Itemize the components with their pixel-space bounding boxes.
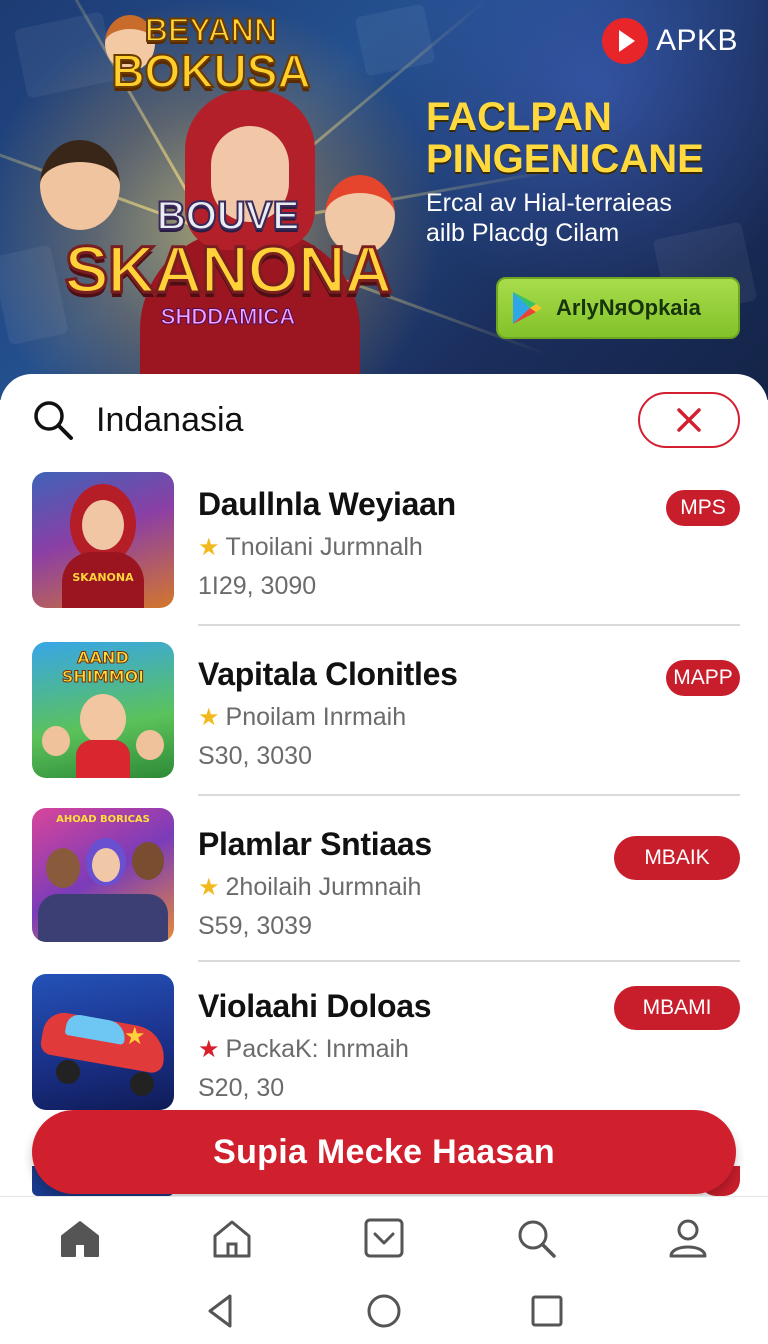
app-publisher-text: 2hoilaih Jurmnaih — [225, 873, 422, 901]
home-outline-icon — [210, 1216, 254, 1260]
recents-icon — [528, 1292, 566, 1330]
list-item[interactable]: AAND SHIMMOI Vapitala Clonitles ★ Pnoila… — [32, 626, 740, 796]
app-publisher: ★ PackaK: Inrmaih — [198, 1035, 618, 1064]
clear-search-button[interactable] — [638, 392, 740, 448]
app-tag-badge[interactable]: MPS — [666, 490, 740, 526]
system-home-button[interactable] — [356, 1283, 412, 1339]
app-name: Vapitala Clonitles — [198, 656, 458, 692]
app-thumbnail-label: AHOAD BORICAS — [56, 814, 150, 825]
banner-cta-button[interactable]: ArlyNяOpkaia — [496, 277, 740, 339]
game-logo-top: BEYANN BOKUSA — [96, 12, 326, 97]
app-tag-badge[interactable]: MBAIK — [614, 836, 740, 880]
game-logo-main-line3: SHDDAMICA — [160, 304, 296, 329]
app-publisher: ★ Pnoilam Inrmaih — [198, 703, 618, 732]
promo-banner[interactable]: BEYANN BOKUSA BOUVE SKANONA SHDDAMICA AP… — [0, 0, 768, 400]
app-tag-badge[interactable]: MBAMI — [614, 986, 740, 1030]
star-icon: ★ — [198, 1035, 220, 1063]
profile-icon — [666, 1216, 710, 1260]
app-publisher: ★ 2hoilaih Jurmnaih — [198, 873, 618, 902]
app-name: Plamlar Sntiaas — [198, 826, 432, 862]
app-publisher-text: Tnoilani Jurmnalh — [225, 533, 423, 561]
list-item[interactable]: ★ Violaahi Doloas ★ PackaK: Inrmaih S20,… — [32, 962, 740, 1122]
app-publisher-text: PackaK: Inrmaih — [225, 1035, 409, 1063]
app-thumbnail-label: AAND SHIMMOI — [61, 648, 145, 687]
system-back-button[interactable] — [193, 1283, 249, 1339]
home-filled-icon — [58, 1216, 102, 1260]
promo-heading: FACLPAN PINGENICANE — [426, 96, 756, 180]
app-info: Plamlar Sntiaas ★ 2hoilaih Jurmnaih S59,… — [198, 826, 618, 941]
nav-home[interactable] — [50, 1208, 110, 1268]
game-logo-main-line1: BOUVE — [156, 194, 300, 238]
search-icon — [514, 1216, 558, 1260]
brand-badge[interactable]: APKB — [601, 18, 738, 64]
app-publisher-text: Pnoilam Inrmaih — [225, 703, 407, 731]
game-logo-main: BOUVE SKANONA SHDDAMICA — [48, 194, 408, 329]
star-icon: ★ — [198, 703, 220, 731]
app-tag-badge[interactable]: MAPP — [666, 660, 740, 696]
app-results-list: SKANONA Daullnla Weyiaan ★ Tnoilani Jurm… — [32, 472, 740, 1122]
app-thumbnail-label: SKANONA — [72, 571, 134, 584]
system-recents-button[interactable] — [519, 1283, 575, 1339]
app-size: 1I29, 3090 — [198, 572, 317, 600]
app-thumbnail: AHOAD BORICAS — [32, 808, 174, 942]
promo-heading-line2: PINGENICANE — [426, 137, 704, 181]
download-box-icon — [362, 1216, 406, 1260]
app-info: Vapitala Clonitles ★ Pnoilam Inrmaih S30… — [198, 656, 618, 771]
system-navigation — [0, 1278, 768, 1344]
primary-action-button[interactable]: Supia Mecke Haasan — [32, 1110, 736, 1194]
app-thumbnail: AAND SHIMMOI — [32, 642, 174, 778]
home-circle-icon — [365, 1292, 403, 1330]
app-size: S30, 3030 — [198, 742, 312, 770]
nav-search[interactable] — [506, 1208, 566, 1268]
app-info: Daullnla Weyiaan ★ Tnoilani Jurmnalh 1I2… — [198, 486, 618, 601]
star-icon: ★ — [198, 533, 220, 561]
google-play-icon — [510, 290, 544, 326]
primary-action-label: Supia Mecke Haasan — [213, 1132, 555, 1171]
nav-profile[interactable] — [658, 1208, 718, 1268]
promo-subtitle-line2: ailb Placdg Cilam — [426, 219, 620, 247]
brand-name: APKB — [655, 24, 738, 57]
app-thumbnail: SKANONA — [32, 472, 174, 608]
promo-subtitle-line1: Ercal av Hial-terraieas — [426, 189, 672, 217]
game-logo-top-line1: BEYANN — [144, 12, 278, 48]
play-logo-icon — [601, 18, 648, 64]
search-icon — [30, 397, 76, 443]
game-logo-main-line2: SKANONA — [63, 232, 394, 306]
nav-home-alt[interactable] — [202, 1208, 262, 1268]
app-name: Daullnla Weyiaan — [198, 486, 456, 522]
app-size: S59, 3039 — [198, 912, 312, 940]
banner-cta-label: ArlyNяOpkaia — [556, 295, 701, 320]
game-logo-top-line2: BOKUSA — [110, 45, 311, 97]
app-thumbnail: ★ — [32, 974, 174, 1110]
list-item[interactable]: AHOAD BORICAS Plamlar Sntiaas ★ 2hoilaih… — [32, 796, 740, 962]
star-icon: ★ — [198, 873, 220, 901]
back-icon — [202, 1292, 240, 1330]
promo-subtitle: Ercal av Hial-terraieas ailb Placdg Cila… — [426, 188, 756, 248]
close-icon — [676, 407, 702, 433]
app-publisher: ★ Tnoilani Jurmnalh — [198, 533, 618, 562]
app-size: S20, 30 — [198, 1074, 285, 1102]
list-item[interactable]: SKANONA Daullnla Weyiaan ★ Tnoilani Jurm… — [32, 472, 740, 626]
promo-heading-line1: FACLPAN — [426, 95, 612, 139]
star-decoration-icon: ★ — [124, 1023, 146, 1050]
app-name: Violaahi Doloas — [198, 988, 432, 1024]
app-info: Violaahi Doloas ★ PackaK: Inrmaih S20, 3… — [198, 988, 618, 1103]
search-query[interactable]: Indanasia — [96, 401, 638, 440]
nav-downloads[interactable] — [354, 1208, 414, 1268]
bottom-navigation — [0, 1196, 768, 1278]
search-bar[interactable]: Indanasia — [30, 390, 740, 450]
